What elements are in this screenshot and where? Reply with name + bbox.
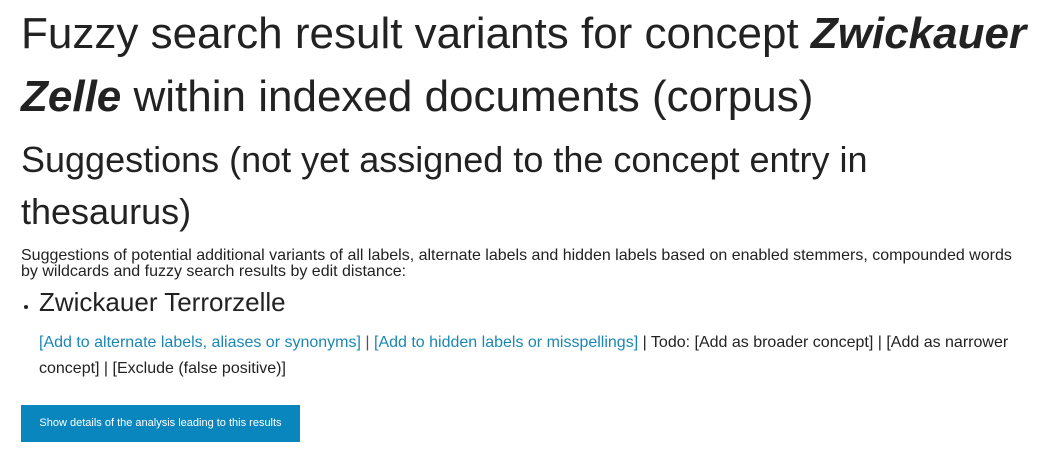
title-prefix: Fuzzy search result variants for concept [21,9,811,58]
suggestions-heading: Suggestions (not yet assigned to the con… [21,139,868,232]
page-title: Fuzzy search result variants for concept… [21,0,1031,128]
suggested-term: Zwickauer Terrorzelle [39,287,286,317]
list-item: Zwickauer Terrorzelle [Add to alternate … [39,284,1031,382]
suggestions-description: Suggestions of potential additional vari… [21,247,1012,280]
page-content: Fuzzy search result variants for concept… [21,0,1031,442]
suggestions-list: Zwickauer Terrorzelle [Add to alternate … [21,284,1031,382]
add-hidden-label-link[interactable]: [Add to hidden labels or misspellings] [374,334,638,351]
suggestion-actions: [Add to alternate labels, aliases or syn… [39,330,1031,382]
add-alternate-label-link[interactable]: [Add to alternate labels, aliases or syn… [39,334,361,351]
action-separator: | [360,334,374,351]
show-analysis-details-button[interactable]: Show details of the analysis leading to … [21,405,300,442]
title-suffix: within indexed documents (corpus) [121,72,814,121]
